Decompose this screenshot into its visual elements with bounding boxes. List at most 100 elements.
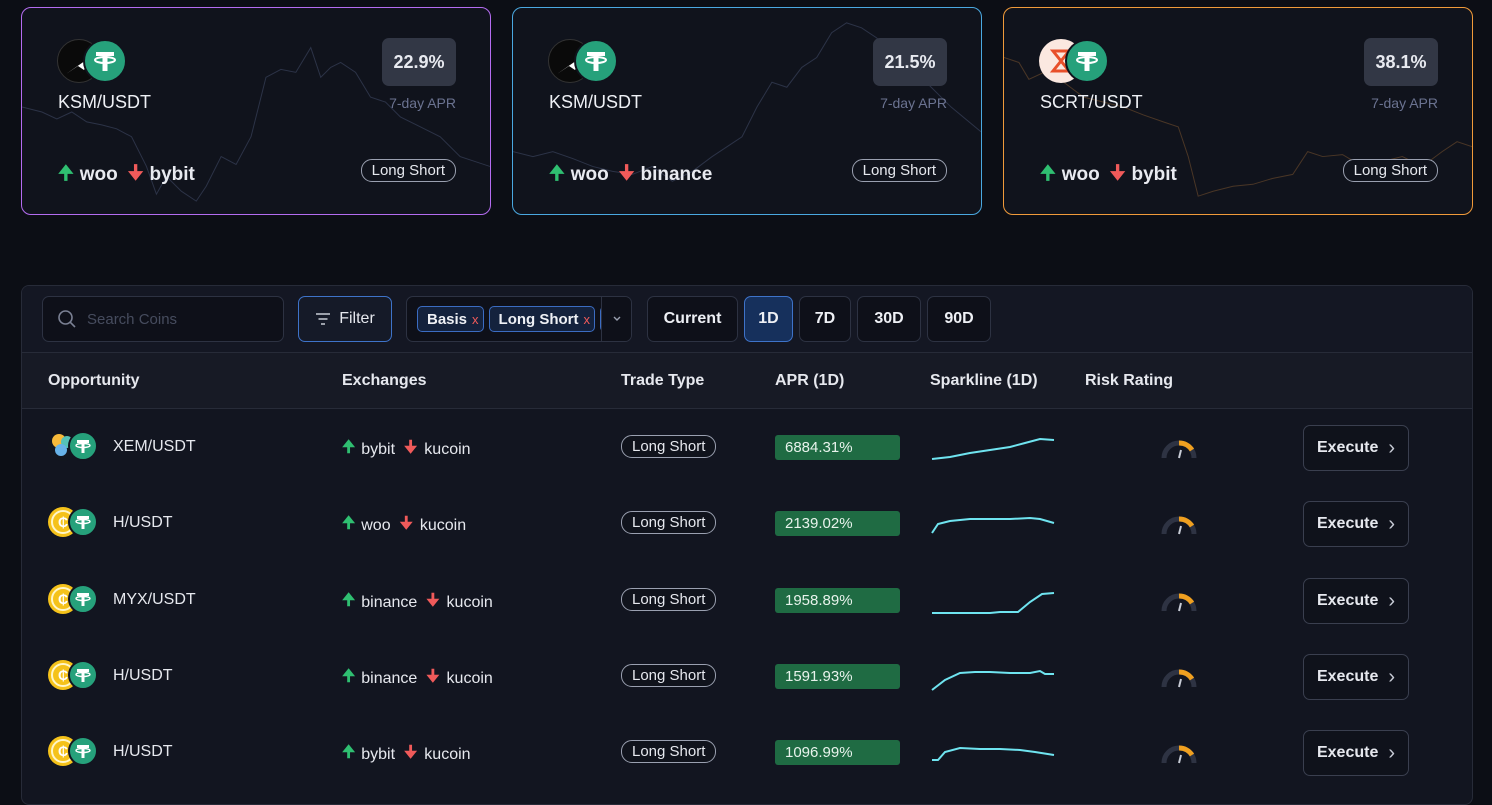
- execute-label: Execute: [1316, 515, 1379, 532]
- apr-value: 1958.89%: [775, 588, 900, 613]
- execute-button[interactable]: Execute ›: [1303, 654, 1409, 700]
- card-long-exchange: woo: [570, 164, 609, 185]
- card-apr-value: 38.1%: [1364, 38, 1438, 86]
- table-row[interactable]: ₵ MYX/USDT 🠉 binance 🠋 kucoin Long Short…: [22, 562, 1472, 638]
- featured-card-ksm-woo-binance[interactable]: KSM/USDT 21.5% 7-day APR 🠉 woo 🠋 binance…: [512, 7, 982, 215]
- header-sparkline[interactable]: Sparkline (1D): [930, 372, 1038, 390]
- row-exchanges: 🠉 woo 🠋 kucoin: [342, 512, 466, 539]
- sparkline-chart: [931, 669, 1054, 691]
- card-trade-type-badge: Long Short: [851, 159, 947, 182]
- coin-logos: [57, 39, 127, 83]
- table-row[interactable]: ₵ H/USDT 🠉 bybit 🠋 kucoin Long Short 109…: [22, 714, 1472, 790]
- period-current-button[interactable]: Current: [647, 296, 738, 342]
- sparkline-chart: [932, 746, 1055, 761]
- table-row[interactable]: XEM/USDT 🠉 bybit 🠋 kucoin Long Short 688…: [22, 409, 1472, 485]
- search-icon: [58, 310, 76, 328]
- card-exchanges: 🠉 woo 🠋 bybit: [58, 159, 195, 191]
- execute-label: Execute: [1316, 439, 1379, 456]
- period-1d-button[interactable]: 1D: [744, 296, 793, 342]
- risk-gauge-icon: [1161, 516, 1197, 535]
- execute-button[interactable]: Execute ›: [1303, 425, 1409, 471]
- coin-logos: ₵: [48, 660, 100, 692]
- header-opportunity[interactable]: Opportunity: [48, 372, 140, 390]
- remove-tag-icon[interactable]: x: [584, 312, 591, 327]
- table-header: Opportunity Exchanges Trade Type APR (1D…: [22, 353, 1472, 409]
- arrow-down-icon: 🠋: [127, 163, 144, 184]
- arrow-down-icon: 🠋: [404, 439, 418, 456]
- sparkline-chart: [931, 437, 1055, 460]
- coin-logos: ₵: [48, 736, 100, 768]
- arrow-up-icon: 🠉: [342, 592, 356, 609]
- remove-tag-icon[interactable]: x: [472, 312, 479, 327]
- short-exchange: kucoin: [419, 516, 467, 534]
- card-trade-type-badge: Long Short: [360, 159, 456, 182]
- header-risk-rating[interactable]: Risk Rating: [1085, 372, 1173, 390]
- trade-type-badge: Long Short: [621, 740, 717, 763]
- trade-type-badge: Long Short: [621, 511, 717, 534]
- period-90d-button[interactable]: 90D: [927, 296, 991, 342]
- period-30d-button[interactable]: 30D: [857, 296, 921, 342]
- chevron-right-icon: ›: [1388, 741, 1396, 764]
- featured-card-ksm-woo-bybit[interactable]: KSM/USDT 22.9% 7-day APR 🠉 woo 🠋 bybit L…: [21, 7, 491, 215]
- usdt-logo-icon: [68, 507, 98, 537]
- apr-value: 2139.02%: [775, 511, 900, 536]
- svg-text:₵: ₵: [58, 743, 68, 759]
- apr-value: 1591.93%: [775, 664, 900, 689]
- row-exchanges: 🠉 binance 🠋 kucoin: [342, 665, 493, 692]
- usdt-logo-icon: [68, 736, 98, 766]
- execute-button[interactable]: Execute ›: [1303, 730, 1409, 776]
- trade-type-badge: Long Short: [621, 588, 717, 611]
- header-trade-type[interactable]: Trade Type: [621, 372, 704, 390]
- card-pair: SCRT/USDT: [1040, 92, 1143, 112]
- coin-logos: [1039, 39, 1109, 83]
- table-row[interactable]: ₵ H/USDT 🠉 binance 🠋 kucoin Long Short 1…: [22, 638, 1472, 714]
- risk-gauge-icon: [1161, 745, 1197, 764]
- arrow-up-icon: 🠉: [342, 668, 356, 685]
- arrow-up-icon: 🠉: [342, 744, 356, 761]
- card-pair: KSM/USDT: [549, 92, 643, 112]
- long-exchange: binance: [361, 669, 418, 687]
- svg-text:₵: ₵: [58, 591, 68, 607]
- svg-text:₵: ₵: [58, 667, 68, 683]
- arrow-down-icon: 🠋: [426, 668, 440, 685]
- strategy-tag-select[interactable]: Basis x Long Short x: [406, 296, 632, 342]
- tag-label: Long Short: [498, 310, 579, 328]
- search-input[interactable]: [87, 310, 267, 328]
- card-exchanges: 🠉 woo 🠋 binance: [549, 159, 712, 191]
- chevron-right-icon: ›: [1388, 436, 1396, 459]
- card-long-exchange: woo: [1061, 164, 1100, 185]
- short-exchange: kucoin: [446, 593, 493, 611]
- header-apr[interactable]: APR (1D): [775, 372, 844, 390]
- filter-button[interactable]: Filter: [298, 296, 392, 342]
- chevron-right-icon: ›: [1388, 512, 1396, 535]
- tag-label: Basis: [427, 310, 468, 328]
- featured-card-scrt-woo-bybit[interactable]: SCRT/USDT 38.1% 7-day APR 🠉 woo 🠋 bybit …: [1003, 7, 1473, 215]
- sparkline-chart: [932, 592, 1055, 614]
- execute-button[interactable]: Execute ›: [1303, 501, 1409, 547]
- arrow-down-icon: 🠋: [404, 744, 418, 761]
- execute-button[interactable]: Execute ›: [1303, 578, 1409, 624]
- header-exchanges[interactable]: Exchanges: [342, 372, 426, 390]
- execute-label: Execute: [1316, 668, 1379, 685]
- risk-gauge-icon: [1161, 593, 1197, 612]
- execute-label: Execute: [1316, 744, 1379, 761]
- usdt-logo-icon: [68, 431, 98, 461]
- coin-logos: ₵: [48, 507, 100, 539]
- card-short-exchange: binance: [640, 164, 713, 185]
- period-7d-button[interactable]: 7D: [799, 296, 851, 342]
- arrow-down-icon: 🠋: [399, 515, 413, 532]
- pair-name: XEM/USDT: [113, 438, 196, 455]
- execute-label: Execute: [1316, 592, 1379, 609]
- card-apr-label: 7-day APR: [389, 95, 456, 111]
- chevron-down-icon[interactable]: [601, 297, 631, 341]
- table-row[interactable]: ₵ H/USDT 🠉 woo 🠋 kucoin Long Short 2139.…: [22, 485, 1472, 561]
- card-apr-value: 22.9%: [382, 38, 456, 86]
- filter-icon: [316, 313, 331, 325]
- pair-name: H/USDT: [113, 514, 173, 531]
- pair-name: H/USDT: [113, 667, 173, 684]
- pair-name: MYX/USDT: [113, 591, 196, 608]
- card-short-exchange: bybit: [1131, 164, 1177, 185]
- long-exchange: bybit: [361, 745, 396, 763]
- sparkline-chart: [931, 516, 1055, 534]
- search-box[interactable]: [42, 296, 284, 342]
